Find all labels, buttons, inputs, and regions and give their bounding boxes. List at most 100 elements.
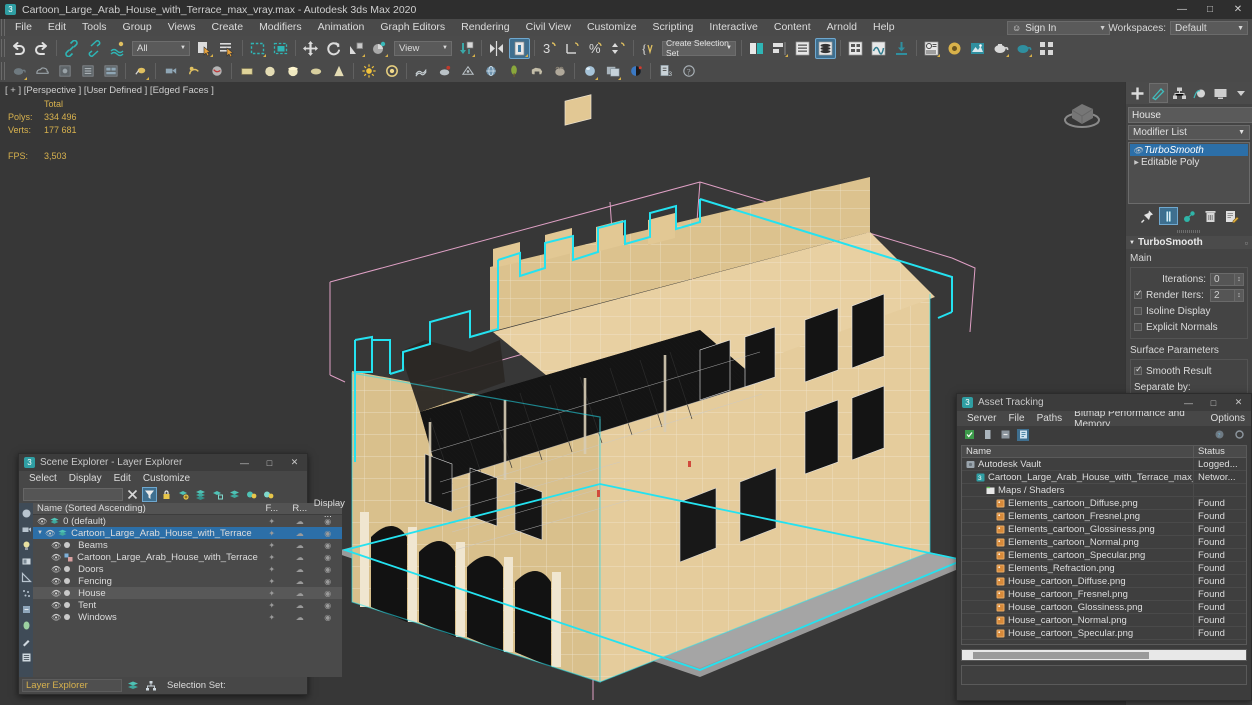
fur-object-icon[interactable] [549, 61, 570, 82]
primitive-cone-icon[interactable] [328, 61, 349, 82]
layer-row[interactable]: 👁 House ✦ ☁ ◉ [33, 587, 342, 599]
eye-icon[interactable]: 👁 [1132, 146, 1144, 155]
physical-material-icon[interactable] [579, 61, 600, 82]
viewcube-icon[interactable] [1059, 90, 1105, 134]
map-browser-icon[interactable] [602, 61, 623, 82]
render-iters-value[interactable]: 2 [1210, 288, 1235, 302]
renderable-toggle[interactable]: ☁ [286, 577, 314, 586]
layer-explorer-icon[interactable]: 3 [539, 38, 560, 59]
spacewarps-filter-icon[interactable] [19, 602, 33, 616]
layer-stack-icon[interactable] [193, 487, 208, 502]
close-button[interactable]: ✕ [282, 454, 307, 471]
render-in-cloud-icon[interactable] [1036, 38, 1057, 59]
vault-login-icon[interactable] [963, 429, 975, 441]
modify-tab[interactable] [1148, 83, 1169, 103]
create-tab[interactable] [1128, 83, 1148, 103]
renderable-toggle[interactable]: ☁ [286, 613, 314, 622]
display-toggle[interactable]: ◉ [314, 553, 342, 562]
asset-tracking-window[interactable]: 3 Asset Tracking — □ ✕ Server File Paths… [956, 393, 1252, 701]
rendered-frame-window-icon[interactable] [967, 38, 988, 59]
iterations-value[interactable]: 0 [1210, 272, 1235, 286]
select-and-link-icon[interactable] [61, 38, 82, 59]
curve-editor-icon[interactable] [562, 38, 583, 59]
environment-icon[interactable] [480, 61, 501, 82]
menu-select[interactable]: Select [23, 473, 63, 484]
close-button[interactable]: ✕ [1226, 394, 1251, 411]
vray-light-icon[interactable] [130, 61, 151, 82]
named-selection-set-input[interactable]: Create Selection Set ▼ [662, 38, 736, 58]
check-in-icon[interactable] [981, 429, 993, 441]
stack-item-editable-poly[interactable]: ▶ Editable Poly [1130, 156, 1248, 168]
vray-dome-light-icon[interactable] [183, 61, 204, 82]
asset-row[interactable]: 3 Cartoon_Large_Arab_House_with_Terrace_m… [962, 471, 1246, 484]
menu-file[interactable]: File [7, 19, 40, 36]
menu-graph-editors[interactable]: Graph Editors [372, 19, 453, 36]
cloth-icon[interactable] [434, 61, 455, 82]
smooth-result-checkbox[interactable] [1134, 364, 1143, 375]
menu-content[interactable]: Content [766, 19, 819, 36]
sign-in-dropdown[interactable]: ☺ Sign In ▼ [1007, 21, 1110, 35]
select-to-layer-icon[interactable] [210, 487, 225, 502]
layer-row[interactable]: 👁 Fencing ✦ ☁ ◉ [33, 575, 342, 587]
clear-search-icon[interactable] [125, 487, 140, 502]
menu-server[interactable]: Server [961, 413, 1002, 424]
renderable-toggle[interactable]: ☁ [286, 541, 314, 550]
lights-filter-icon[interactable] [19, 538, 33, 552]
menu-rendering[interactable]: Rendering [453, 19, 517, 36]
display-toggle[interactable]: ◉ [314, 577, 342, 586]
explorer-name-field[interactable]: Layer Explorer [22, 679, 122, 692]
object-name-input[interactable] [1128, 107, 1252, 123]
help-about-icon[interactable]: ? [678, 61, 699, 82]
vray-teapot-icon[interactable] [8, 61, 29, 82]
display-tab[interactable] [1211, 83, 1231, 103]
eye-icon[interactable]: 👁 [45, 529, 55, 538]
menu-paths[interactable]: Paths [1031, 413, 1069, 424]
scene-explorer-list[interactable]: Name (Sorted Ascending) F... R... Displa… [33, 498, 345, 677]
menu-grip[interactable] [1, 18, 6, 37]
selection-filter-dropdown[interactable]: All ▼ [132, 40, 190, 56]
layer-group-icon[interactable] [227, 487, 242, 502]
bones-filter-icon[interactable] [19, 618, 33, 632]
lock-icon[interactable] [159, 487, 174, 502]
toolbar-grip[interactable] [1, 39, 6, 57]
display-toggle[interactable]: ◉ [314, 589, 342, 598]
vray-cloud-icon[interactable] [31, 61, 52, 82]
menu-display[interactable]: Display [63, 473, 108, 484]
display-toggle[interactable]: ◉ [314, 541, 342, 550]
menu-civil-view[interactable]: Civil View [518, 19, 579, 36]
layers-panel-icon[interactable] [19, 650, 33, 664]
menu-group[interactable]: Group [115, 19, 160, 36]
asset-row[interactable]: House_cartoon_Normal.png Found [962, 614, 1246, 627]
select-and-place-icon[interactable] [369, 38, 390, 59]
display-toggle[interactable]: ◉ [314, 517, 342, 526]
explicit-normals-checkbox[interactable] [1134, 323, 1142, 331]
layer-row[interactable]: 👁 Beams ✦ ☁ ◉ [33, 539, 342, 551]
particle-flow-icon[interactable] [457, 61, 478, 82]
menu-views[interactable]: Views [160, 19, 204, 36]
eye-icon[interactable]: 👁 [51, 577, 61, 586]
settings-icon[interactable] [1233, 429, 1245, 441]
vray-proxy-icon[interactable] [206, 61, 227, 82]
frozen-toggle[interactable]: ✦ [258, 589, 286, 598]
minimize-button[interactable]: — [1176, 394, 1201, 411]
filter-icon[interactable] [142, 487, 157, 502]
asset-tracking-horizontal-scrollbar[interactable] [961, 649, 1247, 661]
named-selection-sets-icon[interactable]: { [638, 38, 659, 59]
show-end-result-icon[interactable] [1158, 207, 1178, 225]
remove-modifier-icon[interactable] [1201, 207, 1220, 225]
display-toggle[interactable]: ◉ [314, 529, 342, 538]
stack-item-turbosmooth[interactable]: 👁 TurboSmooth [1130, 144, 1248, 156]
display-all-icon[interactable] [19, 506, 33, 520]
frozen-toggle[interactable]: ✦ [258, 577, 286, 586]
mirror-icon[interactable] [486, 38, 507, 59]
layer-row[interactable]: 👁 Cartoon_Large_Arab_House_with_Terrace ✦ ☁… [33, 551, 342, 563]
asset-row[interactable]: House_cartoon_Specular.png Found [962, 627, 1246, 640]
iterations-spinner[interactable]: ↕ [1235, 272, 1244, 286]
help-icon[interactable]: ? [1213, 429, 1225, 441]
menu-tools[interactable]: Tools [74, 19, 115, 36]
add-layer-icon[interactable] [176, 487, 191, 502]
scene-explorer-search-input[interactable] [23, 488, 123, 501]
primitive-torus-icon[interactable] [305, 61, 326, 82]
menu-arnold[interactable]: Arnold [819, 19, 865, 36]
select-and-move-icon[interactable] [300, 38, 321, 59]
